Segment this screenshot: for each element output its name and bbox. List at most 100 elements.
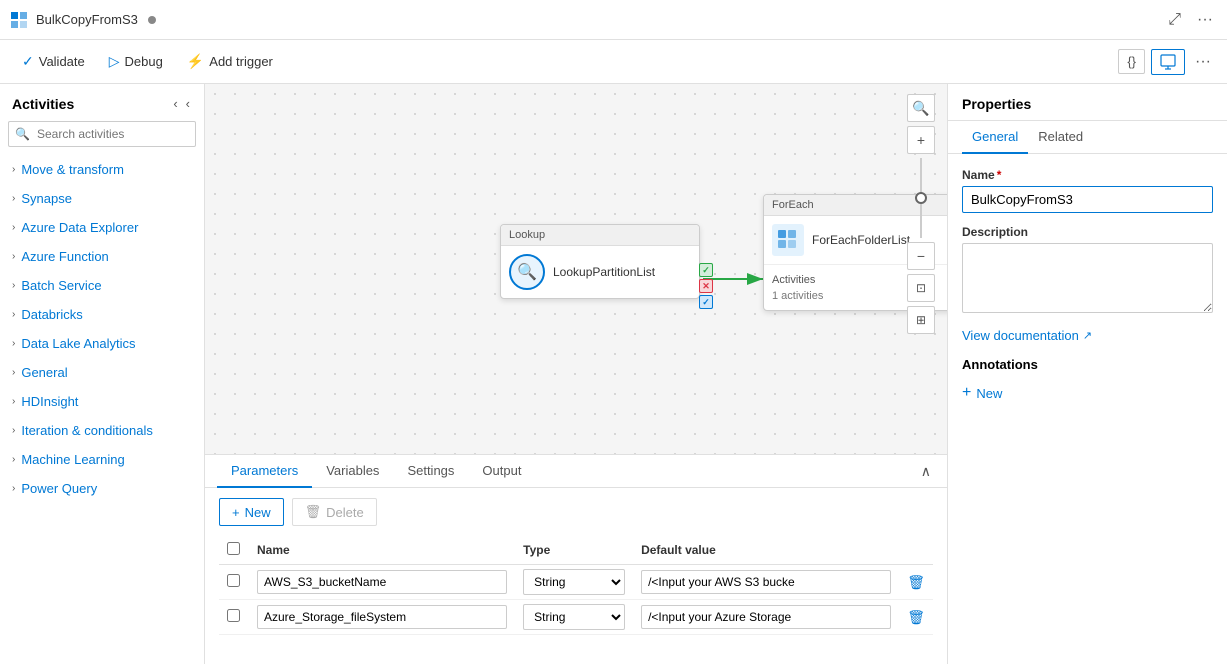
sidebar-item-batch-service[interactable]: › Batch Service (0, 271, 204, 300)
row-checkbox[interactable] (227, 574, 240, 587)
add-trigger-button[interactable]: ⚡ Add trigger (177, 48, 283, 75)
row-default (633, 600, 899, 635)
debug-button[interactable]: ▷ Debug (99, 48, 173, 75)
sidebar-item-hdinsight[interactable]: › HDInsight (0, 387, 204, 416)
zoom-out-button[interactable]: − (907, 242, 935, 270)
lookup-node-icon: 🔍 (509, 254, 545, 290)
chevron-icon: › (12, 367, 15, 378)
view-documentation-link[interactable]: View documentation ↗ (962, 328, 1213, 343)
lookup-node-body: 🔍 LookupPartitionList (501, 246, 699, 298)
row-name (249, 565, 515, 600)
lookup-node-label: LookupPartitionList (553, 265, 655, 279)
row-check (219, 565, 249, 600)
tab-output[interactable]: Output (468, 455, 535, 488)
param-default-input[interactable] (641, 570, 891, 594)
badge-complete[interactable]: ✓ (699, 295, 713, 309)
name-field-label: Name * (962, 168, 1213, 182)
top-bar: BulkCopyFromS3 ⤢ ··· (0, 0, 1227, 40)
chevron-icon: › (12, 280, 15, 291)
sidebar-item-azure-function[interactable]: › Azure Function (0, 242, 204, 271)
props-tab-related[interactable]: Related (1028, 121, 1093, 154)
debug-label: Debug (125, 54, 163, 69)
row-check (219, 600, 249, 635)
param-type-select[interactable]: String (523, 569, 625, 595)
fit-view-button[interactable]: ⊡ (907, 274, 935, 302)
tab-settings[interactable]: Settings (393, 455, 468, 488)
chevron-icon: › (12, 396, 15, 407)
row-type: String (515, 600, 633, 635)
top-bar-right: ⤢ ··· (1164, 7, 1217, 33)
zoom-track (920, 158, 922, 238)
description-field-textarea[interactable] (962, 243, 1213, 313)
badge-fail[interactable]: ✕ (699, 279, 713, 293)
delete-icon: 🗑 (305, 504, 322, 520)
validate-button[interactable]: ✓ Validate (12, 48, 95, 75)
col-header-check (219, 536, 249, 565)
toolbar-more-button[interactable]: ··· (1191, 49, 1215, 75)
sidebar-item-databricks[interactable]: › Databricks (0, 300, 204, 329)
nav-item-label: Move & transform (21, 162, 124, 177)
bottom-content: + New 🗑 Delete Name Type Defaul (205, 488, 947, 664)
properties-panel: Properties General Related Name * Descri… (947, 84, 1227, 664)
row-delete-button[interactable]: 🗑 (907, 609, 925, 626)
sidebar-item-move-transform[interactable]: › Move & transform (0, 155, 204, 184)
row-delete: 🗑 (899, 600, 933, 635)
name-field-input[interactable] (962, 186, 1213, 213)
param-default-input[interactable] (641, 605, 891, 629)
param-name-input[interactable] (257, 605, 507, 629)
monitor-button[interactable] (1151, 49, 1185, 75)
sidebar-item-power-query[interactable]: › Power Query (0, 474, 204, 503)
lookup-node[interactable]: Lookup 🔍 LookupPartitionList ✓ ✕ ✓ (500, 224, 700, 299)
annotations-section: Annotations + New (962, 357, 1213, 406)
delete-param-label: Delete (326, 505, 364, 520)
sidebar-item-azure-data-explorer[interactable]: › Azure Data Explorer (0, 213, 204, 242)
sidebar-item-synapse[interactable]: › Synapse (0, 184, 204, 213)
nav-item-label: Synapse (21, 191, 72, 206)
col-header-name: Name (249, 536, 515, 565)
row-type: String (515, 565, 633, 600)
delete-param-button[interactable]: 🗑 Delete (292, 498, 377, 526)
annotations-label: Annotations (962, 357, 1213, 372)
param-type-select[interactable]: String (523, 604, 625, 630)
nav-item-label: Data Lake Analytics (21, 336, 135, 351)
tab-parameters[interactable]: Parameters (217, 455, 312, 488)
badge-success[interactable]: ✓ (699, 263, 713, 277)
unsaved-indicator (148, 16, 156, 24)
nav-item-label: Batch Service (21, 278, 101, 293)
sidebar-item-machine-learning[interactable]: › Machine Learning (0, 445, 204, 474)
param-name-input[interactable] (257, 570, 507, 594)
trigger-icon: ⚡ (187, 53, 204, 70)
sidebar-item-iteration-conditionals[interactable]: › Iteration & conditionals (0, 416, 204, 445)
view-doc-label: View documentation (962, 328, 1079, 343)
zoom-in-button[interactable]: + (907, 126, 935, 154)
new-annotation-label: New (976, 386, 1002, 401)
row-delete-button[interactable]: 🗑 (907, 574, 925, 591)
search-canvas-button[interactable]: 🔍 (907, 94, 935, 122)
chevron-icon: › (12, 338, 15, 349)
tab-variables[interactable]: Variables (312, 455, 393, 488)
canvas-toolbar: 🔍 + − ⊡ ⊞ (907, 94, 935, 334)
new-param-button[interactable]: + New (219, 498, 284, 526)
zoom-handle[interactable] (915, 192, 927, 204)
row-checkbox[interactable] (227, 609, 240, 622)
collapse-panel-button[interactable]: ∧ (917, 459, 935, 484)
sidebar-title: Activities (12, 96, 74, 112)
canvas-workspace[interactable]: Lookup 🔍 LookupPartitionList ✓ ✕ ✓ ForEa… (205, 84, 947, 454)
chevron-icon: › (12, 425, 15, 436)
props-tab-general[interactable]: General (962, 121, 1028, 154)
search-input[interactable] (8, 121, 196, 147)
sidebar-collapse2-button[interactable]: ‹ (184, 94, 192, 113)
foreach-node-label: ForEachFolderList (812, 233, 910, 247)
sidebar-collapse-button[interactable]: ‹ (171, 94, 179, 113)
external-link-icon: ↗ (1083, 329, 1092, 342)
sidebar-item-general[interactable]: › General (0, 358, 204, 387)
topbar-more-button[interactable]: ··· (1193, 7, 1217, 33)
code-view-button[interactable]: {} (1118, 49, 1145, 74)
props-title: Properties (962, 96, 1031, 112)
sidebar-item-data-lake-analytics[interactable]: › Data Lake Analytics (0, 329, 204, 358)
add-annotation-button[interactable]: + New (962, 380, 1002, 406)
grid-view-button[interactable]: ⊞ (907, 306, 935, 334)
expand-button[interactable]: ⤢ (1164, 7, 1185, 33)
select-all-checkbox[interactable] (227, 542, 240, 555)
nav-item-label: HDInsight (21, 394, 78, 409)
